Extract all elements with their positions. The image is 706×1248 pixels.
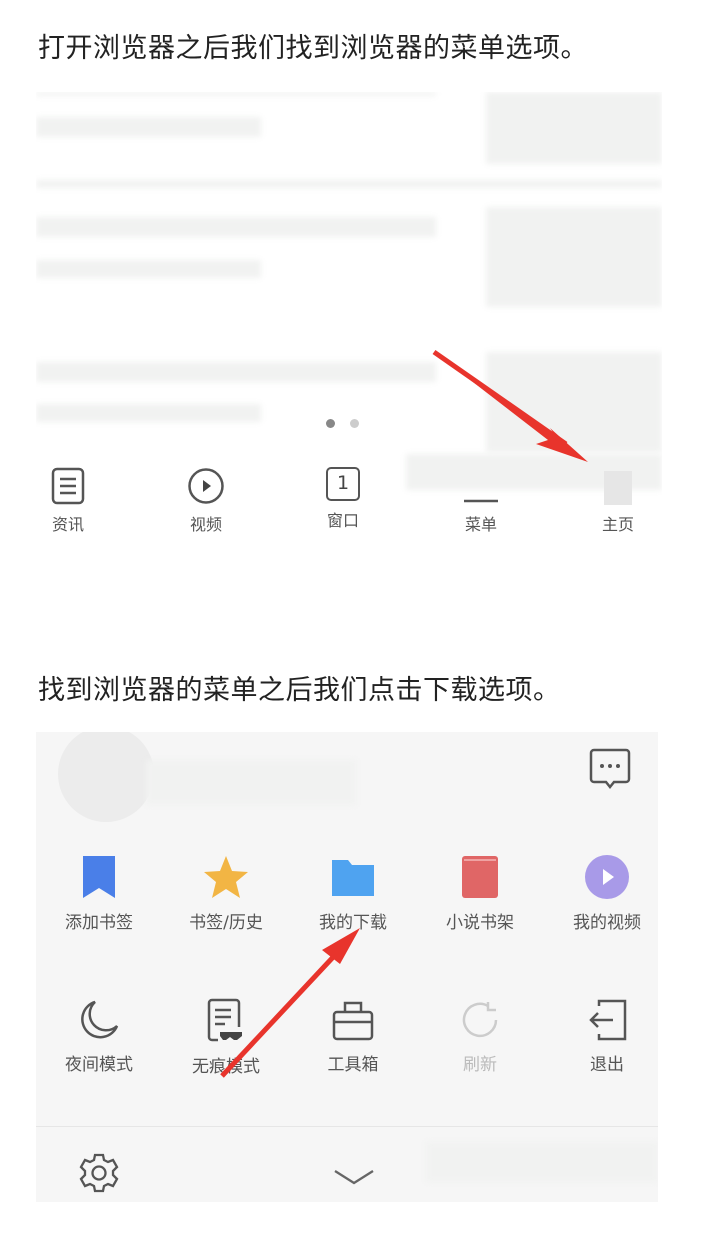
screenshot-browser-menu: 添加书签 书签/历史 我的下载 小说书架 我的视频 夜间模式 无痕模式 工具箱 … [36, 732, 658, 1202]
annotation-arrow [220, 928, 360, 1078]
caption-step-2: 找到浏览器的菜单之后我们点击下载选项。 [38, 675, 561, 706]
caption-step-1: 打开浏览器之后我们找到浏览器的菜单选项。 [38, 33, 588, 64]
annotation-arrow [432, 349, 588, 462]
screenshot-browser-home: 资讯 视频 1 窗口 菜单 主页 [36, 92, 662, 547]
